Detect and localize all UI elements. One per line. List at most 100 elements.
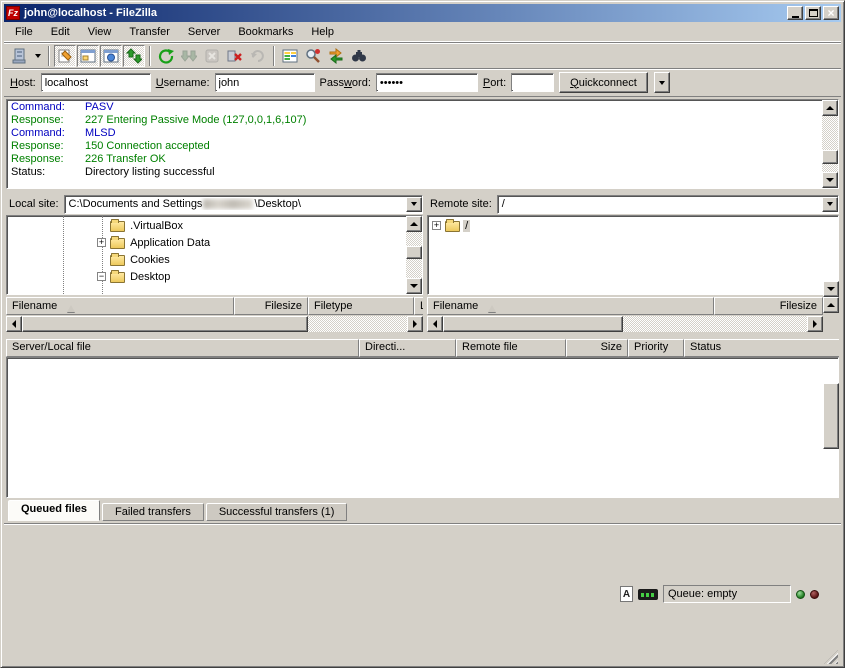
local-site-path: C:\Documents and Settings\Desktop\ bbox=[65, 198, 406, 210]
cancel-button[interactable] bbox=[201, 45, 223, 67]
log-line-type: Response: bbox=[7, 114, 85, 127]
menu-help[interactable]: Help bbox=[302, 24, 343, 40]
scroll-down-button[interactable] bbox=[406, 278, 422, 294]
menu-bookmarks[interactable]: Bookmarks bbox=[229, 24, 302, 40]
log-line-text: 226 Transfer OK bbox=[85, 153, 166, 166]
synchronized-browsing-button[interactable] bbox=[325, 45, 347, 67]
scroll-up-button[interactable] bbox=[406, 216, 422, 232]
username-input[interactable] bbox=[216, 75, 314, 90]
column-header-priority[interactable]: Priority bbox=[628, 339, 684, 357]
quickconnect-button[interactable]: Quickconnect bbox=[559, 72, 648, 93]
scroll-right-button[interactable] bbox=[807, 316, 823, 332]
log-line-text: 150 Connection accepted bbox=[85, 140, 210, 153]
remote-site-combobox[interactable]: / bbox=[497, 195, 839, 214]
tree-item-label: Cookies bbox=[128, 254, 172, 266]
menu-transfer[interactable]: Transfer bbox=[120, 24, 179, 40]
column-header-filename[interactable]: Filename bbox=[6, 297, 234, 315]
site-manager-button[interactable] bbox=[8, 45, 30, 67]
remote-horizontal-scrollbar[interactable] bbox=[427, 316, 823, 332]
tree-item[interactable]: Application Data bbox=[7, 234, 406, 251]
chevron-down-icon bbox=[659, 81, 665, 88]
tree-item[interactable]: Cookies bbox=[7, 251, 406, 268]
tree-expander-icon[interactable] bbox=[97, 272, 106, 281]
local-list-header: Filename Filesize Filetype Last modified bbox=[6, 297, 423, 315]
find-files-button[interactable] bbox=[348, 45, 370, 67]
scrollbar-thumb[interactable] bbox=[822, 150, 838, 164]
tab-successful-transfers[interactable]: Successful transfers (1) bbox=[206, 503, 348, 521]
log-scrollbar[interactable] bbox=[822, 100, 838, 188]
column-header-direction[interactable]: Directi... bbox=[359, 339, 456, 357]
window-close-button[interactable]: × bbox=[823, 6, 839, 20]
menu-view[interactable]: View bbox=[79, 24, 121, 40]
tree-item-label: .VirtualBox bbox=[128, 220, 185, 232]
tree-expander-icon[interactable] bbox=[97, 238, 106, 247]
queue-list[interactable] bbox=[6, 357, 839, 499]
scroll-down-button[interactable] bbox=[823, 281, 839, 297]
menu-edit[interactable]: Edit bbox=[42, 24, 79, 40]
site-manager-dropdown[interactable] bbox=[31, 45, 44, 67]
column-header-filename[interactable]: Filename bbox=[427, 297, 714, 315]
local-site-dropdown-button[interactable] bbox=[406, 197, 422, 212]
tab-failed-transfers[interactable]: Failed transfers bbox=[102, 503, 204, 521]
column-header-server-local-file[interactable]: Server/Local file bbox=[6, 339, 359, 357]
refresh-button[interactable] bbox=[155, 45, 177, 67]
scrollbar-thumb[interactable] bbox=[443, 316, 623, 332]
local-pane: Local site: C:\Documents and Settings\De… bbox=[6, 191, 423, 331]
column-header-filetype[interactable]: Filetype bbox=[308, 297, 414, 315]
column-header-filesize[interactable]: Filesize bbox=[234, 297, 308, 315]
host-input[interactable] bbox=[42, 75, 150, 90]
scroll-right-button[interactable] bbox=[407, 316, 423, 332]
scrollbar-thumb[interactable] bbox=[22, 316, 308, 332]
port-input[interactable] bbox=[512, 75, 553, 90]
scroll-left-button[interactable] bbox=[427, 316, 443, 332]
local-site-combobox[interactable]: C:\Documents and Settings\Desktop\ bbox=[64, 195, 423, 214]
disconnect-button[interactable] bbox=[224, 45, 246, 67]
scrollbar-thumb[interactable] bbox=[406, 246, 422, 259]
menu-server[interactable]: Server bbox=[179, 24, 229, 40]
reconnect-button[interactable] bbox=[247, 45, 269, 67]
menu-file[interactable]: File bbox=[6, 24, 42, 40]
window-minimize-button[interactable] bbox=[787, 6, 803, 20]
scroll-up-button[interactable] bbox=[822, 100, 838, 116]
local-horizontal-scrollbar[interactable] bbox=[6, 316, 423, 332]
column-header-last-modified[interactable]: Last modified bbox=[414, 297, 423, 315]
window-maximize-button[interactable] bbox=[805, 6, 821, 20]
scroll-up-button[interactable] bbox=[823, 297, 839, 313]
tree-item[interactable]: / bbox=[428, 217, 838, 234]
toggle-remote-tree-button[interactable] bbox=[100, 45, 122, 67]
password-input[interactable] bbox=[377, 75, 477, 90]
speedlimit-indicator-icon[interactable] bbox=[638, 589, 658, 600]
column-header-status[interactable]: Status bbox=[684, 339, 839, 357]
column-header-remote-file[interactable]: Remote file bbox=[456, 339, 566, 357]
tab-queued-files[interactable]: Queued files bbox=[8, 500, 100, 521]
quickconnect-dropdown[interactable] bbox=[654, 72, 670, 93]
column-header-size[interactable]: Size bbox=[566, 339, 628, 357]
tree-expander-icon[interactable] bbox=[432, 221, 441, 230]
filter-button[interactable] bbox=[302, 45, 324, 67]
directory-comparison-button[interactable] bbox=[279, 45, 301, 67]
tree-item[interactable]: .VirtualBox bbox=[7, 217, 406, 234]
scroll-down-button[interactable] bbox=[822, 172, 838, 188]
local-tree-scrollbar[interactable] bbox=[406, 216, 422, 294]
tree-item[interactable]: Desktop bbox=[7, 268, 406, 285]
titlebar: Fz john@localhost - FileZilla × bbox=[4, 4, 841, 22]
tree-item-label: Desktop bbox=[128, 271, 172, 283]
transfer-type-indicator-icon[interactable]: A bbox=[620, 586, 633, 602]
resize-grip[interactable] bbox=[824, 650, 838, 664]
log-line-type: Command: bbox=[7, 101, 85, 114]
remote-site-dropdown-button[interactable] bbox=[822, 197, 838, 212]
scrollbar-thumb[interactable] bbox=[823, 383, 839, 449]
process-queue-button[interactable] bbox=[178, 45, 200, 67]
filezilla-window: Fz john@localhost - FileZilla × File Edi… bbox=[0, 0, 845, 668]
column-header-filesize[interactable]: Filesize bbox=[714, 297, 823, 315]
toggle-local-tree-button[interactable] bbox=[77, 45, 99, 67]
toolbar bbox=[4, 42, 841, 68]
folder-icon bbox=[445, 221, 460, 232]
toggle-message-log-button[interactable] bbox=[54, 45, 76, 67]
scroll-left-button[interactable] bbox=[6, 316, 22, 332]
toggle-queue-button[interactable] bbox=[123, 45, 145, 67]
queue-icon bbox=[126, 48, 142, 64]
arrow-left-icon bbox=[8, 320, 16, 328]
folder-icon bbox=[110, 221, 125, 232]
arrow-right-icon bbox=[813, 320, 821, 328]
